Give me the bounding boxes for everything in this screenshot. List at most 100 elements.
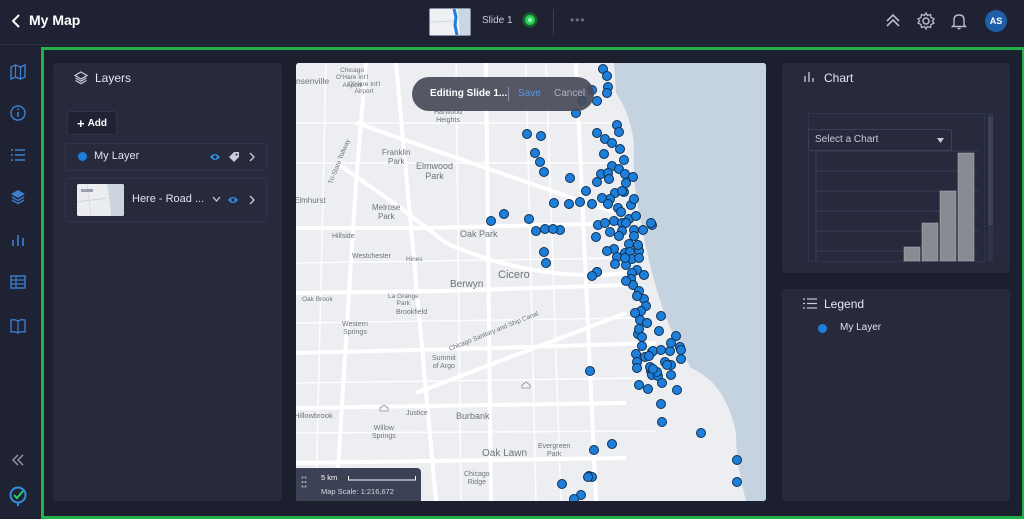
map-point-marker[interactable] xyxy=(632,291,642,301)
map-point-marker[interactable] xyxy=(607,439,617,449)
bar-chart-icon[interactable] xyxy=(9,231,27,249)
book-icon[interactable] xyxy=(9,317,27,335)
more-options-button[interactable]: ••• xyxy=(570,13,586,27)
map-point-marker[interactable] xyxy=(522,129,532,139)
map-point-marker[interactable] xyxy=(630,308,640,318)
map-point-marker[interactable] xyxy=(631,211,641,221)
map-point-marker[interactable] xyxy=(499,209,509,219)
map-point-marker[interactable] xyxy=(539,247,549,257)
layers-icon[interactable] xyxy=(9,188,27,206)
map-point-marker[interactable] xyxy=(599,149,609,159)
map-point-marker[interactable] xyxy=(696,428,706,438)
slide-thumbnail[interactable] xyxy=(429,8,471,36)
map-point-marker[interactable] xyxy=(536,131,546,141)
map-point-marker[interactable] xyxy=(585,366,595,376)
chevron-right-icon[interactable] xyxy=(248,152,256,162)
map-point-marker[interactable] xyxy=(639,270,649,280)
map-point-marker[interactable] xyxy=(602,246,612,256)
map-point-marker[interactable] xyxy=(575,197,585,207)
map-point-marker[interactable] xyxy=(557,479,567,489)
notifications-bell-icon[interactable] xyxy=(949,11,969,31)
chevron-right-icon[interactable] xyxy=(248,195,256,205)
map-point-marker[interactable] xyxy=(587,271,597,281)
map-point-marker[interactable] xyxy=(633,240,643,250)
drag-handle-icon[interactable] xyxy=(301,476,307,488)
visibility-eye-icon[interactable] xyxy=(227,195,239,205)
map-point-marker[interactable] xyxy=(648,364,658,374)
map-point-marker[interactable] xyxy=(614,231,624,241)
map-point-marker[interactable] xyxy=(604,174,614,184)
map-point-marker[interactable] xyxy=(654,326,664,336)
map-point-marker[interactable] xyxy=(535,157,545,167)
layer-row-my-layer[interactable]: My Layer xyxy=(65,143,267,171)
map-point-marker[interactable] xyxy=(732,477,742,487)
map-point-marker[interactable] xyxy=(589,445,599,455)
map-canvas[interactable]: O'Hare Int'l Airport Chicago O'Hare Int'l… xyxy=(296,63,766,501)
map-point-marker[interactable] xyxy=(569,494,579,501)
map-point-marker[interactable] xyxy=(644,351,654,361)
map-point-marker[interactable] xyxy=(632,363,642,373)
map-point-marker[interactable] xyxy=(657,417,667,427)
map-point-marker[interactable] xyxy=(524,214,534,224)
cancel-button[interactable]: Cancel xyxy=(554,88,585,99)
map-point-marker[interactable] xyxy=(646,218,656,228)
map-point-marker[interactable] xyxy=(634,380,644,390)
map-point-marker[interactable] xyxy=(602,88,612,98)
map-point-marker[interactable] xyxy=(666,338,676,348)
map-point-marker[interactable] xyxy=(564,199,574,209)
visibility-eye-icon[interactable] xyxy=(209,152,221,162)
add-layer-button[interactable]: + Add xyxy=(67,111,117,135)
map-point-marker[interactable] xyxy=(643,384,653,394)
editing-banner: Editing Slide 1... Save Cancel xyxy=(412,77,594,111)
map-point-marker[interactable] xyxy=(548,224,558,234)
settings-gear-icon[interactable] xyxy=(916,11,936,31)
table-icon[interactable] xyxy=(9,273,27,291)
chevron-down-icon[interactable] xyxy=(212,196,221,203)
map-point-marker[interactable] xyxy=(656,399,666,409)
user-avatar[interactable]: AS xyxy=(985,10,1007,32)
map-point-marker[interactable] xyxy=(602,71,612,81)
layer-row-basemap[interactable]: Here - Road ... xyxy=(65,178,267,222)
map-point-marker[interactable] xyxy=(657,378,667,388)
map-point-marker[interactable] xyxy=(621,178,631,188)
map-point-marker[interactable] xyxy=(637,332,647,342)
map-point-marker[interactable] xyxy=(581,186,591,196)
map-point-marker[interactable] xyxy=(621,276,631,286)
map-point-marker[interactable] xyxy=(662,360,672,370)
map-point-marker[interactable] xyxy=(549,198,559,208)
map-point-marker[interactable] xyxy=(531,226,541,236)
map-point-marker[interactable] xyxy=(541,258,551,268)
map-point-marker[interactable] xyxy=(676,354,686,364)
collapse-up-icon[interactable] xyxy=(883,11,903,31)
map-point-marker[interactable] xyxy=(591,232,601,242)
map-icon[interactable] xyxy=(9,63,27,81)
map-point-marker[interactable] xyxy=(615,144,625,154)
map-point-marker[interactable] xyxy=(583,472,593,482)
info-icon[interactable] xyxy=(9,104,27,122)
map-point-marker[interactable] xyxy=(732,455,742,465)
map-point-marker[interactable] xyxy=(539,167,549,177)
map-point-marker[interactable] xyxy=(592,177,602,187)
map-point-marker[interactable] xyxy=(629,194,639,204)
select-chart-dropdown[interactable]: Select a Chart xyxy=(808,129,952,151)
map-point-marker[interactable] xyxy=(656,311,666,321)
map-point-marker[interactable] xyxy=(656,345,666,355)
map-point-marker[interactable] xyxy=(486,216,496,226)
map-point-marker[interactable] xyxy=(616,207,626,217)
map-point-marker[interactable] xyxy=(621,218,631,228)
map-point-marker[interactable] xyxy=(672,385,682,395)
map-point-marker[interactable] xyxy=(620,253,630,263)
map-point-marker[interactable] xyxy=(587,199,597,209)
map-point-marker[interactable] xyxy=(634,253,644,263)
double-chevron-left-icon[interactable] xyxy=(9,451,27,469)
map-point-marker[interactable] xyxy=(614,127,624,137)
map-point-marker[interactable] xyxy=(610,259,620,269)
map-point-marker[interactable] xyxy=(565,173,575,183)
tag-icon[interactable] xyxy=(228,151,240,163)
map-point-marker[interactable] xyxy=(603,199,613,209)
list-icon[interactable] xyxy=(9,146,27,164)
back-arrow-icon[interactable] xyxy=(8,11,24,31)
save-button[interactable]: Save xyxy=(518,88,541,99)
map-point-marker[interactable] xyxy=(666,370,676,380)
place-label: Melrose Park xyxy=(372,203,401,222)
